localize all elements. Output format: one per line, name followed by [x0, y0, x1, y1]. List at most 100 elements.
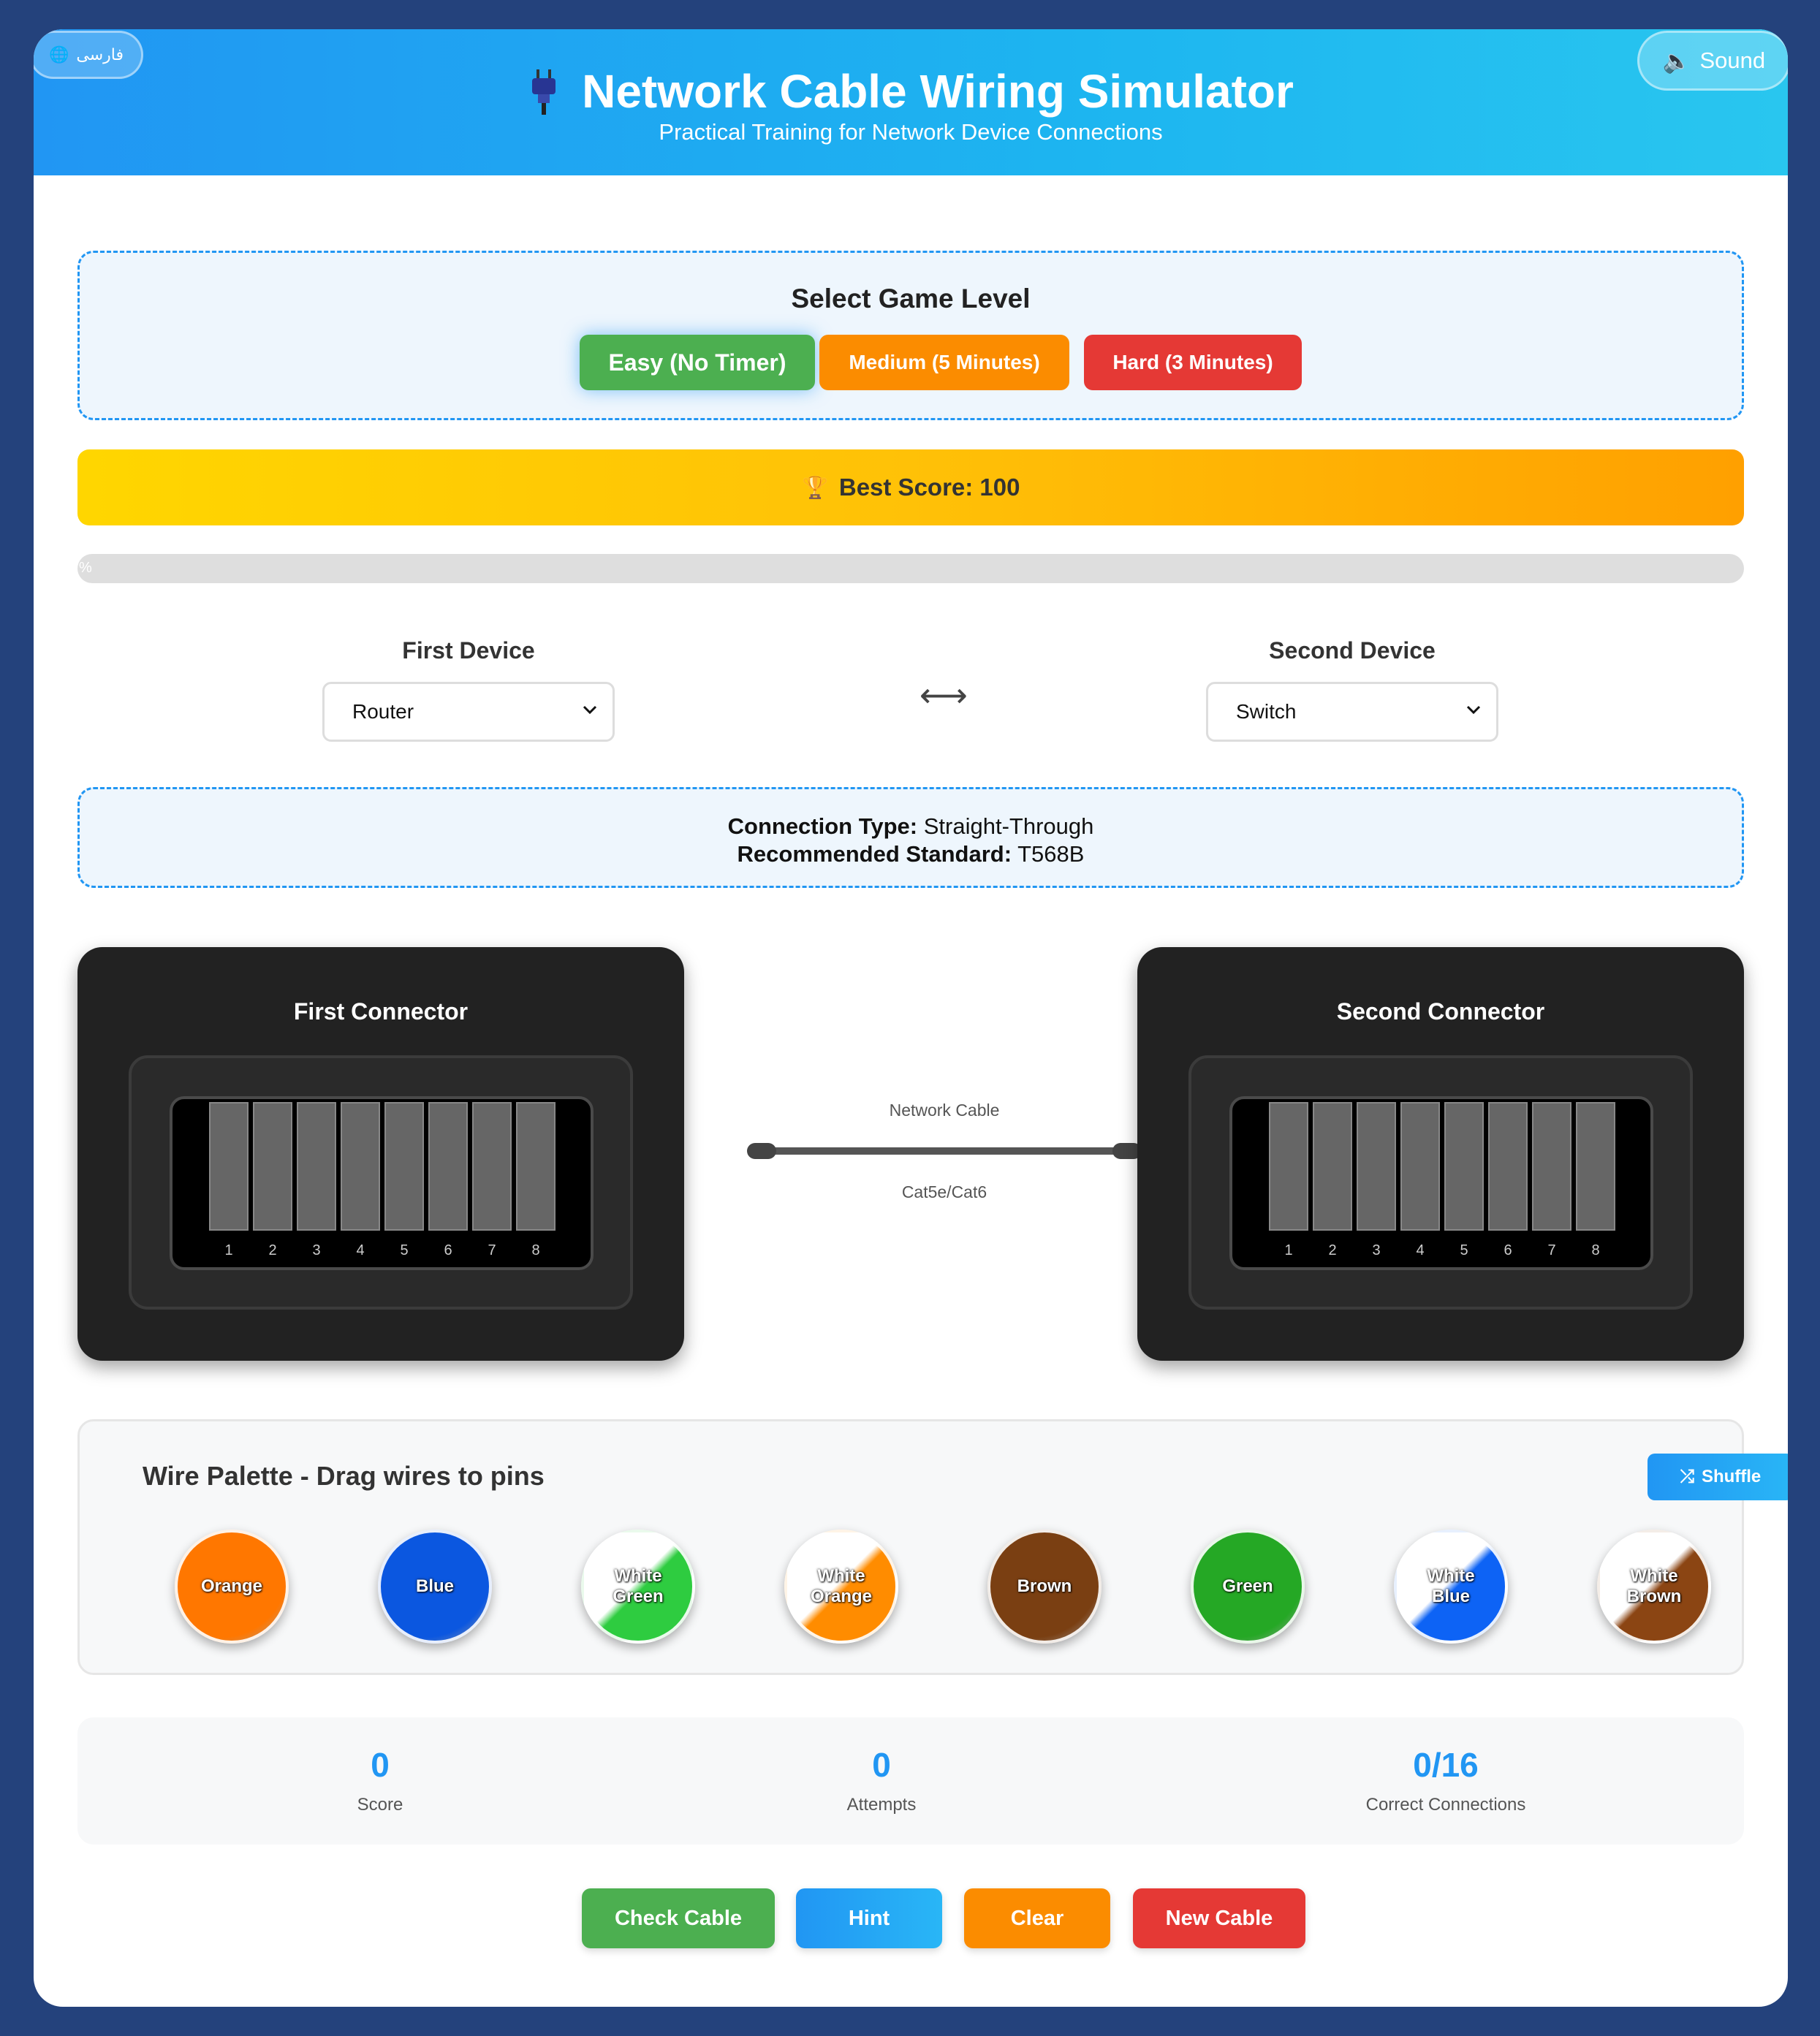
hint-button[interactable]: Hint: [796, 1888, 942, 1948]
first-device: First Device Router: [322, 637, 615, 742]
second-connector-title: Second Connector: [1336, 998, 1545, 1025]
pin-slot-3[interactable]: [297, 1102, 336, 1231]
cable-type-label: Cat5e/Cat6: [901, 1182, 987, 1201]
pin-slot-4[interactable]: [341, 1102, 380, 1231]
shuffle-icon: ⤮: [1680, 1467, 1694, 1486]
correct-value: 0/16: [1413, 1746, 1479, 1784]
pin-slot-1[interactable]: [1269, 1102, 1308, 1231]
level-title: Select Game Level: [791, 284, 1031, 314]
score-value: 0: [371, 1746, 390, 1784]
wire-label: Orange: [200, 1576, 263, 1596]
globe-icon: 🌐: [48, 45, 69, 64]
attempts-value: 0: [872, 1746, 891, 1784]
connection-info: Connection Type: Straight-Through Recomm…: [77, 787, 1744, 888]
stats-panel: 0 Score 0 Attempts 0/16 Correct Connecti…: [77, 1717, 1744, 1845]
level-selector: Select Game Level Easy (No Timer) Medium…: [77, 251, 1744, 420]
pin-slot-5[interactable]: [1444, 1102, 1484, 1231]
pin-number: 8: [1591, 1242, 1600, 1258]
best-score-banner: 🏆 Best Score: 100: [77, 449, 1744, 525]
pin-row: [209, 1102, 556, 1231]
second-device-select[interactable]: Switch: [1206, 682, 1498, 742]
correct-label: Correct Connections: [1365, 1795, 1526, 1815]
pin-slot-8[interactable]: [1576, 1102, 1615, 1231]
wire-green[interactable]: Green: [1191, 1530, 1305, 1644]
title-row: Network Cable Wiring Simulator: [34, 64, 1788, 118]
check-cable-button[interactable]: Check Cable: [582, 1888, 775, 1948]
wire-label: Green: [613, 1587, 664, 1606]
pin-slot-6[interactable]: [1488, 1102, 1528, 1231]
pin-number: 7: [1547, 1242, 1556, 1258]
shuffle-label: Shuffle: [1701, 1467, 1762, 1486]
standard-value: T568B: [1017, 841, 1085, 867]
wire-white-brown[interactable]: White Brown: [1597, 1530, 1711, 1644]
pin-slot-4[interactable]: [1400, 1102, 1440, 1231]
new-cable-button[interactable]: New Cable: [1133, 1888, 1305, 1948]
pin-slot-8[interactable]: [516, 1102, 556, 1231]
shuffle-button[interactable]: ⤮ Shuffle: [1648, 1454, 1788, 1500]
wire-label: White: [1630, 1566, 1678, 1586]
first-device-label: First Device: [402, 637, 535, 664]
wire-blue[interactable]: Blue: [378, 1530, 492, 1644]
wire-white-green[interactable]: White Green: [581, 1530, 695, 1644]
first-connector-title: First Connector: [293, 998, 469, 1025]
wire-white-orange[interactable]: White Orange: [784, 1530, 898, 1644]
app-subtitle: Practical Training for Network Device Co…: [659, 119, 1163, 145]
header: 🌐 فارسی Network Cable Wiring Simulator P…: [34, 29, 1788, 175]
progress-bar: %: [77, 554, 1744, 583]
sound-button[interactable]: 🔈 Sound: [1637, 31, 1788, 91]
second-device-value: Switch: [1236, 700, 1297, 723]
first-connector: First Connector 1 2 3 4 5 6 7 8: [77, 947, 684, 1361]
link-arrow-icon: ⟷: [920, 676, 968, 714]
pin-number: 3: [312, 1242, 321, 1258]
score-label: Score: [357, 1795, 403, 1815]
pin-number: 1: [224, 1242, 233, 1258]
speaker-icon: 🔈: [1662, 48, 1691, 74]
wire-label: Brown: [1017, 1576, 1072, 1596]
chevron-down-icon: [1466, 705, 1481, 715]
second-device: Second Device Switch: [1206, 637, 1498, 742]
pin-slot-2[interactable]: [253, 1102, 292, 1231]
pin-slot-5[interactable]: [384, 1102, 424, 1231]
pin-slot-7[interactable]: [472, 1102, 512, 1231]
pin-slot-3[interactable]: [1357, 1102, 1396, 1231]
wire-white-blue[interactable]: White Blue: [1394, 1530, 1508, 1644]
sound-label: Sound: [1699, 48, 1766, 73]
wire-orange[interactable]: Orange: [175, 1530, 289, 1644]
app-title: Network Cable Wiring Simulator: [582, 65, 1294, 118]
wire-label: Orange: [810, 1587, 873, 1606]
wire-list: Orange Blue White Green White Orange Brown…: [175, 1530, 1783, 1646]
pin-numbers: 1 2 3 4 5 6 7 8: [209, 1242, 556, 1259]
wire-label: Blue: [415, 1576, 454, 1596]
clear-button[interactable]: Clear: [964, 1888, 1110, 1948]
pin-number: 1: [1284, 1242, 1293, 1258]
wire-palette: Wire Palette - Drag wires to pins ⤮ Shuf…: [77, 1419, 1788, 1675]
level-medium-button[interactable]: Medium (5 Minutes): [819, 335, 1069, 390]
pin-number: 6: [1504, 1242, 1512, 1258]
pin-number: 2: [268, 1242, 277, 1258]
first-device-value: Router: [352, 700, 414, 723]
pin-slot-2[interactable]: [1313, 1102, 1352, 1231]
pin-number: 7: [488, 1242, 496, 1258]
palette-title: Wire Palette - Drag wires to pins: [143, 1461, 545, 1491]
first-device-select[interactable]: Router: [322, 682, 615, 742]
wire-brown[interactable]: Brown: [987, 1530, 1102, 1644]
pin-numbers: 1 2 3 4 5 6 7 8: [1269, 1242, 1615, 1259]
second-connector: Second Connector 1 2 3 4 5 6 7 8: [1137, 947, 1744, 1361]
cable-graphic: [747, 1143, 1142, 1159]
plug-icon: [532, 69, 556, 115]
pin-slot-6[interactable]: [428, 1102, 468, 1231]
connection-type-label: Connection Type:: [727, 813, 918, 839]
level-hard-button[interactable]: Hard (3 Minutes): [1084, 335, 1302, 390]
pin-slot-1[interactable]: [209, 1102, 249, 1231]
pin-number: 8: [531, 1242, 540, 1258]
pin-number: 5: [400, 1242, 409, 1258]
level-easy-button[interactable]: Easy (No Timer): [580, 335, 815, 390]
wire-label: White: [1427, 1566, 1475, 1586]
rj45-slot: 1 2 3 4 5 6 7 8: [1229, 1096, 1653, 1270]
pin-slot-7[interactable]: [1532, 1102, 1571, 1231]
wire-label: Green: [1222, 1576, 1273, 1596]
wire-label: Blue: [1431, 1587, 1470, 1606]
language-label: فارسی: [76, 45, 124, 64]
wire-label: Brown: [1626, 1587, 1682, 1606]
cable-label: Network Cable: [889, 1101, 1000, 1120]
